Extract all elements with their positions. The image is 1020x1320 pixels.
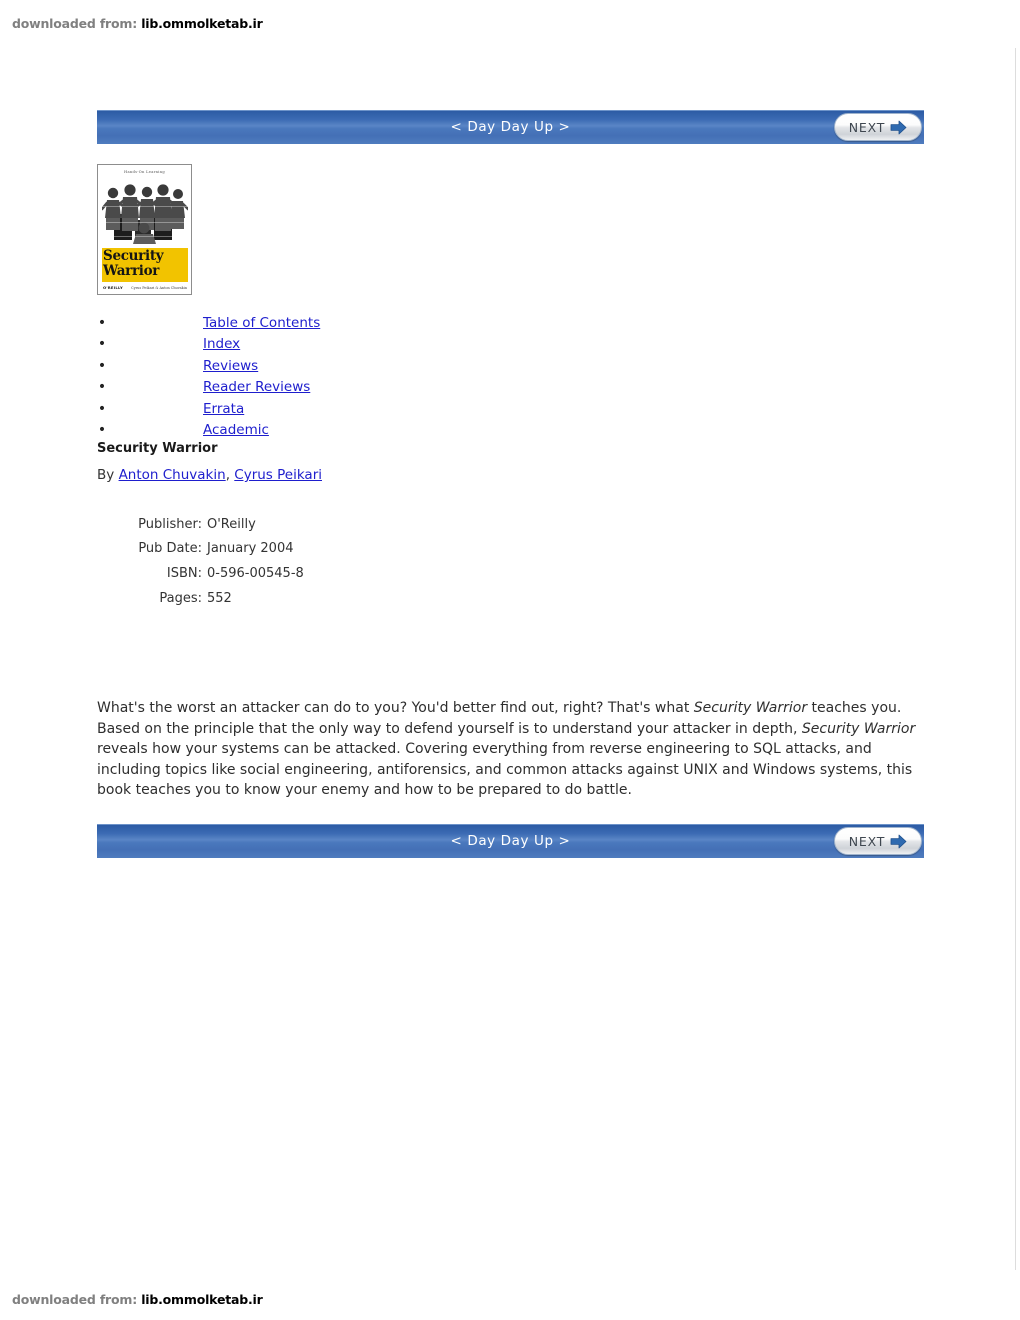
table-row: Pages: 552 xyxy=(97,586,304,611)
link-reviews[interactable]: Reviews xyxy=(203,356,258,377)
meta-value-isbn: 0-596-00545-8 xyxy=(207,565,304,581)
description-emphasis-1: Security Warrior xyxy=(693,700,808,716)
watermark-site: lib.ommolketab.ir xyxy=(141,1292,263,1307)
bullet-icon: • xyxy=(97,357,107,374)
arrow-right-icon xyxy=(890,120,907,134)
cover-illustration-warriors-icon xyxy=(102,176,188,248)
meta-value-pages: 552 xyxy=(207,590,232,606)
next-button-bottom[interactable]: NEXT xyxy=(834,827,922,855)
arrow-right-icon xyxy=(890,834,907,848)
book-cover-image: Hands-On Learning Security Warrior O'REI… xyxy=(97,164,192,295)
meta-label-pages: Pages: xyxy=(159,590,202,606)
meta-label-publisher: Publisher: xyxy=(138,516,202,532)
page-edge-rule xyxy=(1015,48,1016,1270)
link-errata[interactable]: Errata xyxy=(203,399,244,420)
link-author-cyrus-peikari[interactable]: Cyrus Peikari xyxy=(234,467,322,483)
list-item: • Academic xyxy=(97,420,497,441)
meta-label-pub-date: Pub Date: xyxy=(138,541,202,557)
watermark-prefix: downloaded from: xyxy=(12,16,142,31)
link-reader-reviews[interactable]: Reader Reviews xyxy=(203,377,310,398)
table-row: ISBN: 0-596-00545-8 xyxy=(97,561,304,586)
list-item: • Errata xyxy=(97,399,497,420)
book-metadata-table: Publisher: O'Reilly Pub Date: January 20… xyxy=(97,512,304,610)
oreilly-logo: O'REILLY xyxy=(103,285,123,290)
cover-caption: Hands-On Learning xyxy=(124,170,165,174)
watermark-top: downloaded from: lib.ommolketab.ir xyxy=(12,16,263,31)
next-button-label: NEXT xyxy=(848,119,886,135)
link-table-of-contents[interactable]: Table of Contents xyxy=(203,313,320,334)
next-button-label-bottom: NEXT xyxy=(848,833,886,849)
meta-value-publisher: O'Reilly xyxy=(207,516,256,532)
description-part3: reveals how your systems can be attacked… xyxy=(97,741,913,799)
day-day-up-label: < Day Day Up > xyxy=(450,119,571,135)
cover-footer: O'REILLY Cyrus Peikari & Anton Chuvakin xyxy=(103,285,187,290)
cover-title: Security Warrior xyxy=(103,249,187,279)
watermark-bottom: downloaded from: lib.ommolketab.ir xyxy=(12,1292,263,1307)
bullet-icon: • xyxy=(97,315,107,331)
link-index[interactable]: Index xyxy=(203,334,240,355)
byline-by-label: By xyxy=(97,467,115,483)
day-day-up-label-bottom: < Day Day Up > xyxy=(450,833,571,849)
next-button-top[interactable]: NEXT xyxy=(834,113,922,141)
list-item: • Index xyxy=(97,334,497,355)
table-row: Publisher: O'Reilly xyxy=(97,512,304,537)
author-separator: , xyxy=(225,467,230,483)
bullet-icon: • xyxy=(97,336,107,353)
navigation-bar-bottom: < Day Day Up > NEXT xyxy=(97,824,924,858)
link-academic[interactable]: Academic xyxy=(203,420,269,441)
list-item: • Reviews xyxy=(97,356,497,377)
list-item: • Reader Reviews xyxy=(97,377,497,398)
table-row: Pub Date: January 2004 xyxy=(97,537,304,562)
book-description: What's the worst an attacker can do to y… xyxy=(97,698,924,801)
bullet-icon: • xyxy=(97,379,107,396)
navigation-bar-top: < Day Day Up > NEXT xyxy=(97,110,924,144)
cover-title-line1: Security xyxy=(103,248,164,264)
description-part1: What's the worst an attacker can do to y… xyxy=(97,700,694,716)
link-author-anton-chuvakin[interactable]: Anton Chuvakin xyxy=(119,467,226,483)
bullet-icon: • xyxy=(97,400,107,417)
watermark-prefix: downloaded from: xyxy=(12,1292,142,1307)
description-emphasis-2: Security Warrior xyxy=(801,720,916,737)
book-title: Security Warrior xyxy=(97,441,218,456)
bullet-icon: • xyxy=(97,421,107,438)
book-byline: By Anton Chuvakin, Cyrus Peikari xyxy=(97,467,322,483)
cover-authors: Cyrus Peikari & Anton Chuvakin xyxy=(131,285,187,290)
meta-label-isbn: ISBN: xyxy=(166,565,202,581)
watermark-site: lib.ommolketab.ir xyxy=(141,16,263,31)
cover-title-line2: Warrior xyxy=(103,263,160,279)
list-item: • Table of Contents xyxy=(97,313,497,334)
meta-value-pub-date: January 2004 xyxy=(207,541,294,557)
book-resource-links: • Table of Contents • Index • Reviews • … xyxy=(97,313,497,441)
